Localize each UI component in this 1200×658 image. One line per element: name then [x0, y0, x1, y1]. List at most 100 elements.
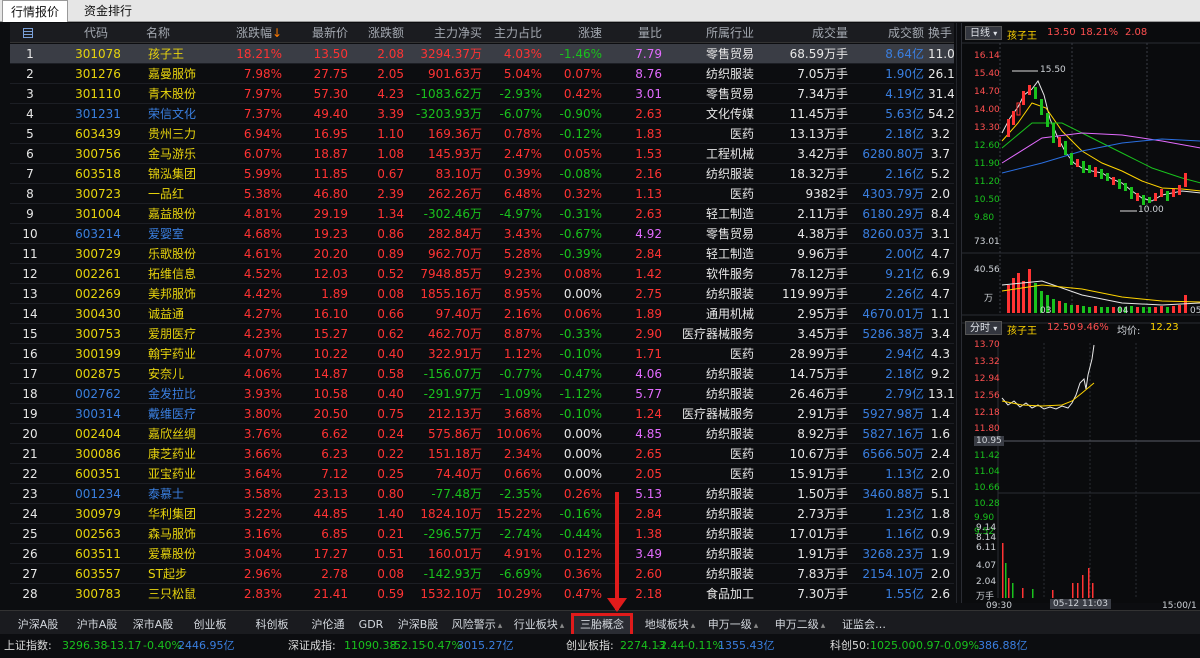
stock-code: 301078	[75, 47, 121, 61]
intraday-tab[interactable]: 分时 ▾	[965, 321, 1003, 335]
bottom-tab[interactable]: 沪深A股	[10, 616, 66, 634]
intraday-pct: 9.46%	[1077, 322, 1109, 333]
bottom-tab[interactable]: 三胎概念	[571, 613, 633, 637]
volume: 9.96万手	[797, 247, 848, 261]
column-header-stock-name[interactable]: 名称	[146, 23, 236, 43]
intraday-vol-label: 8.14	[976, 533, 997, 543]
bottom-tab[interactable]: 证监会…	[834, 616, 894, 634]
column-header-label: 涨跌额	[367, 26, 404, 40]
column-header-turnover[interactable]: 成交额	[852, 23, 928, 43]
volume-ratio: 2.63	[635, 107, 662, 121]
stock-code: 300314	[75, 407, 121, 421]
table-row[interactable]: 18 002762 金发拉比 3.93% 10.58 0.40 -291.97万 -1.09%…	[10, 384, 954, 404]
table-row[interactable]: 5 603439 贵州三力 6.94% 16.95 1.10 169.36万 0.78% -0.…	[10, 124, 954, 144]
panel-divider[interactable]	[956, 23, 957, 603]
column-settings-icon[interactable]	[10, 23, 50, 43]
column-header-industry[interactable]: 所属行业	[666, 23, 758, 43]
bottom-tab-label: 沪伦通	[311, 618, 345, 631]
table-row[interactable]: 12 002261 拓维信息 4.52% 12.03 0.52 7948.85万 9.23% 0…	[10, 264, 954, 284]
column-header-change-amount[interactable]: 涨跌额	[352, 23, 408, 43]
bottom-tab[interactable]: 科创板	[242, 616, 302, 634]
bottom-tab[interactable]: 风险警示 ▴	[448, 616, 506, 634]
table-row[interactable]: 9 301004 嘉益股份 4.81% 29.19 1.34 -302.46万 -4.97% -…	[10, 204, 954, 224]
change-pct: 3.16%	[243, 527, 282, 541]
column-header-turnover-rate[interactable]: 换手	[928, 23, 954, 43]
stock-name: 贵州三力	[148, 127, 197, 141]
table-row[interactable]: 1 301078 孩子王 18.21% 13.50 2.08 3294.37万 4.03% -1…	[10, 44, 954, 64]
table-row[interactable]: 6 300756 金马游乐 6.07% 18.87 1.08 145.93万 2.47% 0.0…	[10, 144, 954, 164]
column-header-main-ratio[interactable]: 主力占比	[486, 23, 546, 43]
daily-y-label: 14.70	[974, 87, 1000, 97]
table-row[interactable]: 28 300783 三只松鼠 2.83% 21.41 0.59 1532.10万 10.29%…	[10, 584, 954, 603]
change-speed: -0.10%	[559, 407, 602, 421]
change-speed: -0.31%	[559, 207, 602, 221]
column-header-change-pct[interactable]: 涨跌幅↓	[236, 23, 286, 43]
table-row[interactable]: 2 301276 嘉曼服饰 7.98% 27.75 2.05 901.63万 5.04% 0.0…	[10, 64, 954, 84]
column-header-latest-price[interactable]: 最新价	[286, 23, 352, 43]
table-row[interactable]: 8 300723 一品红 5.38% 46.80 2.39 262.26万 6.48% 0.32…	[10, 184, 954, 204]
table-row[interactable]: 14 300430 诚益通 4.27% 16.10 0.66 97.40万 2.16% 0.06…	[10, 304, 954, 324]
bottom-tab[interactable]: 沪市A股	[70, 616, 124, 634]
tab-quotes[interactable]: 行情报价	[2, 0, 69, 22]
chevron-up-icon: ▴	[497, 621, 503, 631]
column-header-stock-code[interactable]: 代码	[50, 23, 146, 43]
table-row[interactable]: 15 300753 爱朋医疗 4.23% 15.27 0.62 462.70万 8.87% -0…	[10, 324, 954, 344]
tab-fund-ranking[interactable]: 资金排行	[76, 0, 140, 22]
bottom-tab[interactable]: GDR	[354, 616, 388, 634]
bottom-tab[interactable]: 地域板块 ▴	[640, 616, 700, 634]
industry: 工程机械	[705, 147, 754, 161]
main-ratio: 15.22%	[496, 507, 542, 521]
table-row[interactable]: 25 002563 森马服饰 3.16% 6.85 0.21 -296.57万 -2.74% -…	[10, 524, 954, 544]
chevron-up-icon: ▴	[820, 621, 826, 631]
bottom-tab[interactable]: 沪深B股	[392, 616, 444, 634]
change-amount: 0.08	[377, 567, 404, 581]
table-row[interactable]: 23 001234 泰慕士 3.58% 23.13 0.80 -77.48万 -2.35% 0.…	[10, 484, 954, 504]
turnover: 1.16亿	[885, 527, 924, 541]
bottom-tab[interactable]: 深市A股	[128, 616, 178, 634]
intraday-y-label: 10.66	[974, 483, 1000, 493]
bottom-tab[interactable]: 申万二级 ▴	[770, 616, 830, 634]
bottom-tab[interactable]: 行业板块 ▴	[510, 616, 568, 634]
table-row[interactable]: 4 301231 荣信文化 7.37% 49.40 3.39 -3203.93万 -6.07%…	[10, 104, 954, 124]
change-pct: 6.94%	[243, 127, 282, 141]
table-row[interactable]: 21 300086 康芝药业 3.66% 6.23 0.22 151.18万 2.34% 0.0…	[10, 444, 954, 464]
intraday-vol-label: 6.11	[976, 543, 997, 553]
turnover-rate: 5.2	[930, 167, 950, 181]
table-row[interactable]: 27 603557 ST起步 2.96% 2.78 0.08 -142.93万 -6.69% 0…	[10, 564, 954, 584]
table-row[interactable]: 7 603518 锦泓集团 5.99% 11.85 0.67 83.10万 0.39% -0.0…	[10, 164, 954, 184]
table-row[interactable]: 26 603511 爱慕股份 3.04% 17.27 0.51 160.01万 4.91% 0.…	[10, 544, 954, 564]
table-row[interactable]: 3 301110 青木股份 7.97% 57.30 4.23 -1083.62万 -2.93%…	[10, 84, 954, 104]
turnover: 6180.29万	[862, 207, 924, 221]
table-row[interactable]: 20 002404 嘉欣丝绸 3.76% 6.62 0.24 575.86万 10.06% 0.…	[10, 424, 954, 444]
column-header-volume[interactable]: 成交量	[758, 23, 852, 43]
column-header-volume-ratio[interactable]: 量比	[606, 23, 666, 43]
change-speed: -0.44%	[559, 527, 602, 541]
table-row[interactable]: 16 300199 翰宇药业 4.07% 10.22 0.40 322.91万 1.12% -0…	[10, 344, 954, 364]
main-ratio: -4.97%	[499, 207, 542, 221]
intraday-cursor-time: 05-12 11:03	[1050, 599, 1111, 609]
table-row[interactable]: 13 002269 美邦服饰 4.42% 1.89 0.08 1855.16万 8.95% 0.…	[10, 284, 954, 304]
table-row[interactable]: 11 300729 乐歌股份 4.61% 20.20 0.89 962.70万 5.28% -0…	[10, 244, 954, 264]
change-pct: 3.22%	[243, 507, 282, 521]
turnover: 4303.79万	[862, 187, 924, 201]
stock-code: 300086	[75, 447, 121, 461]
table-row[interactable]: 22 600351 亚宝药业 3.64% 7.12 0.25 74.40万 0.66% 0.00…	[10, 464, 954, 484]
main-net-buy: 160.01万	[428, 547, 482, 561]
bottom-tab[interactable]: 创业板	[182, 616, 238, 634]
column-header-main-net-buy[interactable]: 主力净买	[408, 23, 486, 43]
table-row[interactable]: 10 603214 爱婴室 4.68% 19.23 0.86 282.84万 3.43% -0.…	[10, 224, 954, 244]
change-speed: -0.10%	[559, 347, 602, 361]
main-ratio: 1.12%	[503, 347, 542, 361]
bottom-tab[interactable]: 沪伦通	[306, 616, 350, 634]
turnover-rate: 3.2	[930, 127, 950, 141]
table-row[interactable]: 19 300314 戴维医疗 3.80% 20.50 0.75 212.13万 3.68% -0…	[10, 404, 954, 424]
table-row[interactable]: 17 002875 安奈儿 4.06% 14.87 0.58 -156.07万 -0.77% -…	[10, 364, 954, 384]
column-header-change-speed[interactable]: 涨速	[546, 23, 606, 43]
turnover-rate: 4.7	[930, 287, 950, 301]
volume: 119.99万手	[782, 287, 848, 301]
bottom-tab[interactable]: 申万一级 ▴	[704, 616, 762, 634]
main-ratio: -6.69%	[499, 567, 542, 581]
sz-index-amount: 3015.27亿	[457, 639, 514, 652]
table-row[interactable]: 24 300979 华利集团 3.22% 44.85 1.40 1824.10万 15.22%…	[10, 504, 954, 524]
industry: 纺织服装	[705, 507, 754, 521]
